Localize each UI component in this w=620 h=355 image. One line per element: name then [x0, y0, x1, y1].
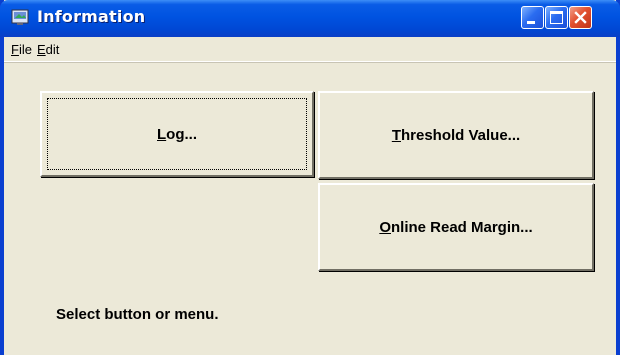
online-read-margin-button-label: Online Read Margin... [379, 218, 533, 236]
status-text: Select button or menu. [56, 306, 219, 323]
menu-file[interactable]: File [11, 42, 32, 57]
menu-edit[interactable]: Edit [37, 42, 59, 57]
window-title: Information [37, 7, 146, 26]
online-read-margin-button[interactable]: Online Read Margin... [318, 183, 594, 271]
close-button[interactable] [569, 6, 592, 29]
focus-rectangle [47, 98, 307, 170]
title-bar[interactable]: Information [0, 0, 620, 37]
maximize-button[interactable] [545, 6, 568, 29]
maximize-icon [550, 11, 563, 24]
app-icon[interactable] [11, 8, 29, 26]
minimize-icon [527, 21, 535, 24]
threshold-value-button[interactable]: Threshold Value... [318, 91, 594, 179]
information-window: Information File Edit Log... Threshold V… [0, 0, 620, 355]
minimize-button[interactable] [521, 6, 544, 29]
threshold-value-button-label: Threshold Value... [391, 126, 521, 144]
log-button[interactable]: Log... [40, 91, 314, 177]
menu-bar: File Edit [4, 37, 616, 62]
close-icon [574, 11, 587, 24]
